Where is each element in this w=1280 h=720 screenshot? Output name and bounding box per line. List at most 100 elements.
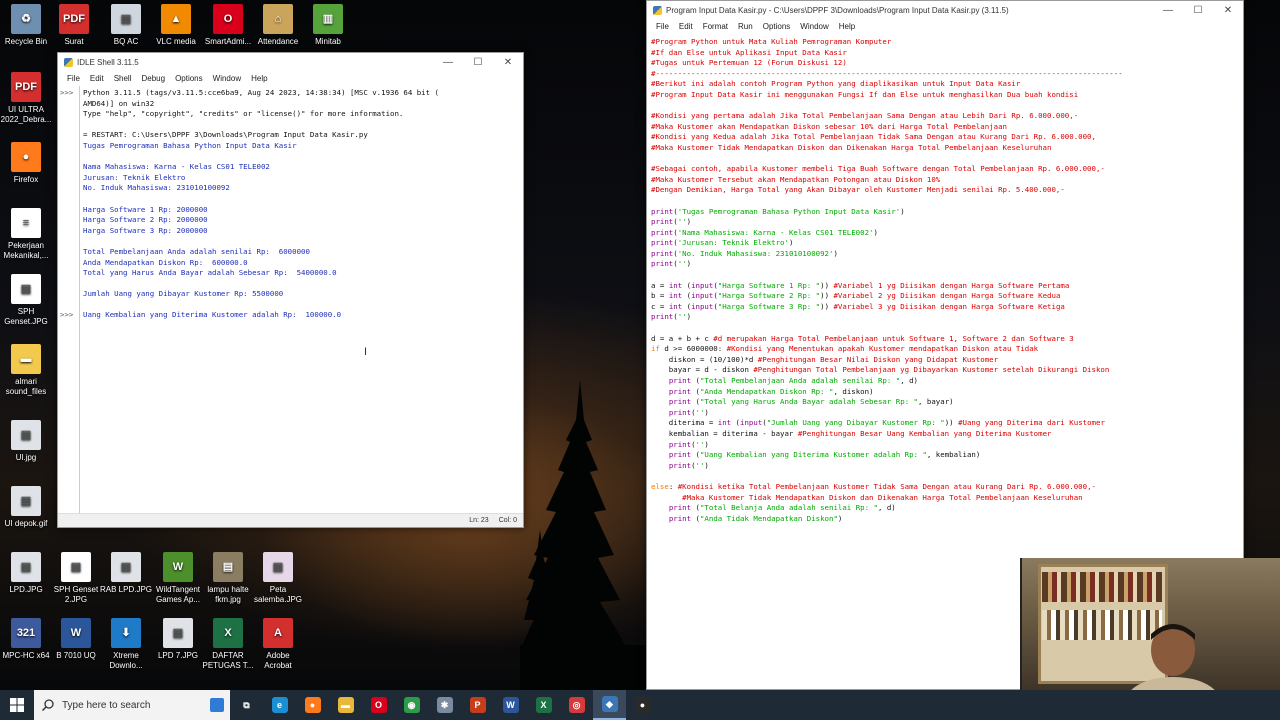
menu-window[interactable]: Window xyxy=(208,74,246,83)
pdf-icon: PDF xyxy=(11,72,41,102)
desktop-icon[interactable]: ▤ UI depok.gif xyxy=(0,486,52,529)
desktop-icon-label: SmartAdmi... xyxy=(204,37,252,46)
shell-output[interactable]: Python 3.11.5 (tags/v3.11.5:cce6ba9, Aug… xyxy=(80,86,523,513)
menu-window[interactable]: Window xyxy=(795,22,833,31)
start-button[interactable] xyxy=(0,690,34,720)
taskbar-search[interactable]: Type here to search xyxy=(34,690,230,720)
shell-output-line: Nama Mahasiswa: Karna - Kelas CS01 TELE0… xyxy=(83,162,270,172)
taskbar-app[interactable]: O xyxy=(362,690,395,720)
desktop-icon[interactable]: A Adobe Acrobat xyxy=(252,618,304,671)
desktop-icon-label: almari sound_files xyxy=(5,377,47,396)
code-token: print xyxy=(668,376,692,385)
taskbar-app[interactable]: ◉ xyxy=(395,690,428,720)
menu-edit[interactable]: Edit xyxy=(674,22,698,31)
code-token: print xyxy=(668,450,692,460)
code-token: 'Nama Mahasiswa: Karna - Kelas CS01 TELE… xyxy=(677,227,874,237)
code-line: print('No. Induk Mahasiswa: 231010100092… xyxy=(651,249,1243,260)
menu-run[interactable]: Run xyxy=(733,22,758,31)
menu-debug[interactable]: Debug xyxy=(136,74,170,83)
desktop-icon[interactable]: ⬇ Xtreme Downlo... xyxy=(100,618,152,671)
prompt-marker xyxy=(60,162,79,173)
desktop-icon[interactable]: ▤ Ul.jpg xyxy=(0,420,52,463)
shell-titlebar[interactable]: IDLE Shell 3.11.5 — ☐ ✕ xyxy=(58,53,523,71)
taskbar-app[interactable]: ✱ xyxy=(428,690,461,720)
firefox-icon: ● xyxy=(304,697,321,713)
maximize-button[interactable]: ☐ xyxy=(463,57,493,68)
code-line: print('') xyxy=(651,440,1243,451)
desktop-icon[interactable]: 321 MPC-HC x64 xyxy=(0,618,52,661)
taskbar-app[interactable]: ▬ xyxy=(329,690,362,720)
taskbar-app[interactable]: W xyxy=(494,690,527,720)
menu-options[interactable]: Options xyxy=(758,22,796,31)
desktop-icon[interactable]: ▤ lampu halte fkm.jpg xyxy=(202,552,254,605)
desktop-icon[interactable]: ▤ SPH Genset 2.JPG xyxy=(50,552,102,605)
desktop-icon[interactable]: ⌂ Attendance xyxy=(252,4,304,47)
code-token: #Kondisi ketika Total Pembelanjaan Kusto… xyxy=(677,481,1096,491)
menu-help[interactable]: Help xyxy=(246,74,272,83)
code-lines[interactable]: #Program Python untuk Mata Kuliah Pemrog… xyxy=(651,37,1243,524)
idle-shell-window[interactable]: IDLE Shell 3.11.5 — ☐ ✕ File Edit Shell Deb… xyxy=(57,52,524,528)
minimize-button[interactable]: — xyxy=(1153,5,1183,16)
desktop-icon[interactable]: W B 7010 UQ xyxy=(50,618,102,661)
desktop-icon[interactable]: PDF Surat xyxy=(48,4,100,47)
desktop-icon[interactable]: ▬ almari sound_files xyxy=(0,344,52,397)
desktop-icon-label: Xtreme Downlo... xyxy=(109,651,143,670)
taskbar-app[interactable]: ⧉ xyxy=(230,690,263,720)
desktop-icon[interactable]: O SmartAdmi... xyxy=(202,4,254,47)
shell-output-line: Jumlah Uang yang Dibayar Kustomer Rp: 55… xyxy=(83,289,284,299)
desktop-icon[interactable]: ▲ VLC media xyxy=(150,4,202,47)
attendance-app-icon: ⌂ xyxy=(263,4,293,34)
desktop-icon[interactable]: ≡ Pekerjaan Mekanikal,... xyxy=(0,208,52,261)
taskbar-app[interactable]: ● xyxy=(626,690,659,720)
taskbar-app[interactable]: ◎ xyxy=(560,690,593,720)
image-file-icon: ▤ xyxy=(263,552,293,582)
close-button[interactable]: ✕ xyxy=(1213,5,1243,16)
prompt-marker xyxy=(60,205,79,216)
code-line: if d >= 6000000: #Kondisi yang Menentuka… xyxy=(651,344,1243,355)
tree-silhouette xyxy=(520,380,650,690)
desktop-icon[interactable]: X DAFTAR PETUGAS T... xyxy=(202,618,254,671)
minitab-icon: ▥ xyxy=(313,4,343,34)
code-token: #Uang yang Diterima dari Kustomer xyxy=(958,418,1105,428)
maximize-button[interactable]: ☐ xyxy=(1183,5,1213,16)
desktop-icon[interactable]: ▥ Minitab xyxy=(302,4,354,47)
menu-format[interactable]: Format xyxy=(698,22,733,31)
editor-titlebar[interactable]: Program Input Data Kasir.py - C:\Users\D… xyxy=(647,1,1243,19)
taskbar-app[interactable]: X xyxy=(527,690,560,720)
document-icon: ≡ xyxy=(11,208,41,238)
close-button[interactable]: ✕ xyxy=(493,57,523,68)
menu-edit[interactable]: Edit xyxy=(85,74,109,83)
menu-options[interactable]: Options xyxy=(170,74,208,83)
code-line: bayar = d - diskon #Penghitungan Total P… xyxy=(651,365,1243,376)
code-token: ) xyxy=(788,238,794,248)
python-idle-icon: ◆ xyxy=(601,696,618,712)
desktop-icon[interactable]: PDF UI ULTRA 2022_Debra... xyxy=(0,72,52,125)
desktop-icon[interactable]: ▤ SPH Genset.JPG xyxy=(0,274,52,327)
desktop-icon[interactable]: ♻ Recycle Bin xyxy=(0,4,52,47)
menu-file[interactable]: File xyxy=(651,22,674,31)
code-token: ) xyxy=(900,206,905,216)
menu-shell[interactable]: Shell xyxy=(109,74,137,83)
desktop-icon[interactable]: ● Firefox xyxy=(0,142,52,185)
menu-file[interactable]: File xyxy=(62,74,85,83)
taskbar-app[interactable]: P xyxy=(461,690,494,720)
desktop-icon[interactable]: ▤ RAB LPD.JPG xyxy=(100,552,152,595)
desktop-icon[interactable]: ▤ LPD 7.JPG xyxy=(152,618,204,661)
taskbar-app[interactable]: e xyxy=(263,690,296,720)
taskbar-app[interactable]: ◆ xyxy=(593,690,626,720)
shell-body[interactable]: >>> >>> Python 3.11.5 (tags/v3.11.5:cce6… xyxy=(58,86,523,513)
shell-output-line: = RESTART: C:\Users\DPPF 3\Downloads\Pro… xyxy=(83,130,368,140)
minimize-button[interactable]: — xyxy=(433,57,463,68)
code-token: ) xyxy=(873,227,878,237)
desktop-icon[interactable]: ▤ LPD.JPG xyxy=(0,552,52,595)
desktop-icon[interactable]: ▤ Peta salemba.JPG xyxy=(252,552,304,605)
desktop-icon-label: Firefox xyxy=(13,175,39,184)
code-line: #Maka Kustomer akan Mendapatkan Diskon s… xyxy=(651,122,1243,133)
prompt-marker xyxy=(60,120,79,131)
taskbar-app[interactable]: ● xyxy=(296,690,329,720)
desktop-icon[interactable]: ▤ BQ AC xyxy=(100,4,152,47)
desktop-icon-label: VLC media xyxy=(156,37,196,46)
menu-help[interactable]: Help xyxy=(834,22,860,31)
desktop-icon[interactable]: W WildTangent Games Ap... xyxy=(152,552,204,605)
